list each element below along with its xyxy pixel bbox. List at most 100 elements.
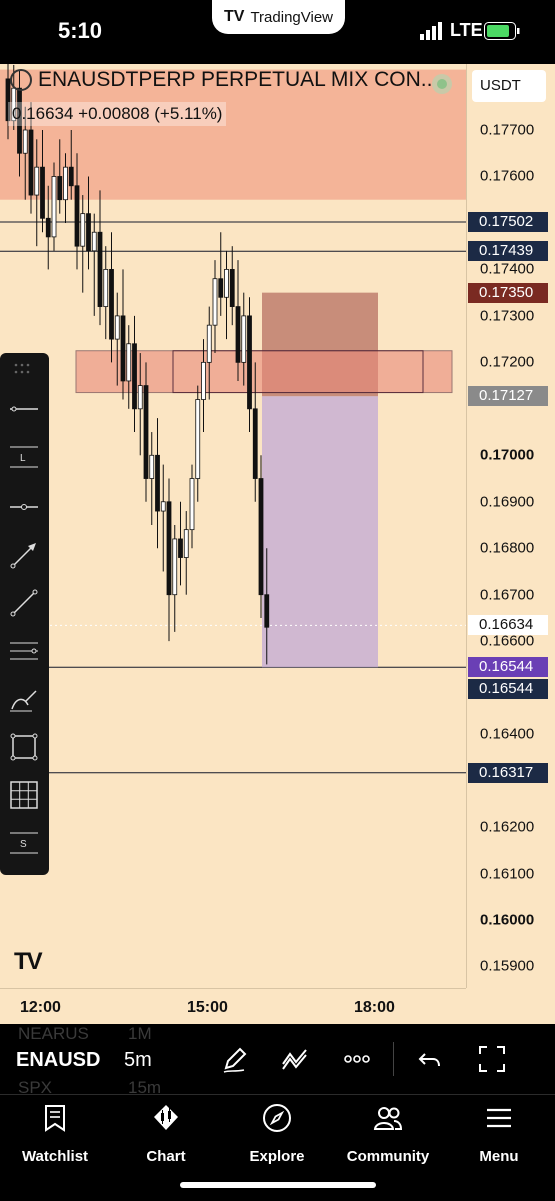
- rectangle-tool-icon[interactable]: [8, 731, 40, 763]
- compass-icon: [263, 1104, 291, 1132]
- tab-chart[interactable]: Chart: [111, 1103, 221, 1165]
- symbol-header[interactable]: ENAUSDTPERP PERPETUAL MIX CON...: [10, 68, 438, 92]
- candle-body: [126, 343, 132, 382]
- market-status-icon: [432, 74, 452, 94]
- home-indicator: [180, 1182, 376, 1188]
- candle-body: [241, 315, 247, 363]
- menu-icon: [487, 1108, 511, 1128]
- toolbar-divider: [393, 1042, 394, 1076]
- price-tick-label: 0.16400: [480, 725, 535, 743]
- price-tick-label: 0.17400: [480, 260, 535, 278]
- price-tag: 0.17350: [468, 282, 548, 303]
- candle-body: [252, 408, 258, 479]
- tab-label: Watchlist: [21, 1148, 89, 1165]
- candle-body: [57, 176, 63, 201]
- horizontal-line-labeled-tool-icon[interactable]: L: [8, 441, 40, 473]
- status-bar: 5:10 TV TradingView LTE: [0, 0, 555, 64]
- price-tick-label: 0.17300: [480, 307, 535, 325]
- candle-body: [189, 478, 195, 531]
- candle-body: [235, 306, 241, 363]
- candle-body: [132, 343, 137, 410]
- candle-body: [120, 315, 126, 382]
- candle-body: [28, 129, 34, 196]
- drag-handle-icon[interactable]: [14, 363, 34, 375]
- candle-body: [218, 278, 224, 298]
- candle-body: [258, 478, 264, 596]
- candle-body: [63, 166, 68, 201]
- candle-body: [206, 324, 212, 363]
- arrow-tool-icon[interactable]: [8, 539, 40, 571]
- price-tag: 0.16634: [468, 615, 548, 636]
- time-axis[interactable]: [0, 988, 466, 1024]
- candle-body: [22, 129, 28, 154]
- pen-icon[interactable]: [220, 1044, 250, 1074]
- candle-body: [68, 166, 74, 187]
- price-tag: 0.16544: [468, 657, 548, 678]
- candle-body: [91, 231, 97, 252]
- tab-menu[interactable]: Menu: [444, 1103, 554, 1165]
- candle-body: [80, 213, 86, 247]
- symbol-logo-icon: [10, 69, 32, 91]
- fullscreen-icon[interactable]: [477, 1044, 507, 1074]
- candle-body: [178, 538, 183, 558]
- signal-icon: [420, 22, 442, 40]
- parallel-lines-tool-icon[interactable]: [8, 635, 40, 667]
- candle-body: [114, 315, 120, 340]
- drawing-toolbar: L S: [0, 353, 49, 875]
- currency-label: USDT: [480, 77, 521, 94]
- trend-line-tool-icon[interactable]: [8, 587, 40, 619]
- candle-body: [160, 501, 166, 512]
- symbol-selector[interactable]: ENAUSD: [16, 1049, 100, 1072]
- interval-selector[interactable]: 5m: [124, 1049, 152, 1072]
- price-quote: 0.16634 +0.00808 (+5.11%): [8, 102, 227, 126]
- grid-tool-icon[interactable]: [8, 779, 40, 811]
- chart-area[interactable]: ENAUSDTPERP PERPETUAL MIX CON... 0.16634…: [0, 64, 555, 1024]
- horizontal-line-tool-icon[interactable]: [8, 393, 40, 425]
- candle-body: [103, 269, 109, 307]
- tab-label: Community: [346, 1148, 430, 1165]
- app-badge: TV TradingView: [212, 0, 345, 34]
- candle-body: [166, 501, 172, 596]
- price-plot[interactable]: [0, 64, 466, 988]
- price-tick-label: 0.15900: [480, 957, 535, 975]
- tab-community[interactable]: Community: [333, 1103, 443, 1165]
- candle-body: [51, 176, 57, 238]
- candle-body: [172, 538, 178, 596]
- candle-body: [86, 213, 91, 252]
- candle-body: [224, 269, 229, 298]
- undo-icon[interactable]: [415, 1044, 445, 1074]
- tab-label: Chart: [146, 1148, 186, 1165]
- candle-body: [212, 278, 218, 326]
- tab-label: Explore: [249, 1148, 305, 1165]
- brush-tool-icon[interactable]: [8, 683, 40, 715]
- candle-body: [183, 529, 189, 558]
- more-icon[interactable]: [342, 1044, 372, 1074]
- community-icon: [373, 1107, 403, 1130]
- target-zone: [262, 396, 378, 668]
- candle-body: [109, 269, 114, 340]
- tab-explore[interactable]: Explore: [222, 1103, 332, 1165]
- candle-body: [40, 166, 45, 219]
- ghost-symbol: NEARUS: [18, 1024, 89, 1043]
- price-axis[interactable]: [466, 64, 555, 988]
- price-tick-label: 0.16800: [480, 539, 535, 557]
- price-tick-label: 0.16200: [480, 818, 535, 836]
- tradingview-watermark-icon: TV: [14, 948, 43, 975]
- candle-body: [149, 454, 155, 479]
- chart-bottom-toolbar: NEARUS 1M SPX 15m ENAUSD 5m: [0, 1024, 555, 1097]
- candle-body: [195, 399, 201, 479]
- tab-watchlist[interactable]: Watchlist: [0, 1103, 110, 1165]
- ghost-interval: 1M: [128, 1024, 152, 1043]
- horizontal-ray-tool-icon[interactable]: [8, 491, 40, 523]
- candle-body: [229, 269, 235, 307]
- indicators-icon[interactable]: [280, 1044, 310, 1074]
- candle-body: [201, 361, 206, 400]
- candle-body: [97, 231, 103, 307]
- symbol-title: ENAUSDTPERP PERPETUAL MIX CON...: [38, 68, 439, 91]
- settings-s-tool-icon[interactable]: S: [8, 827, 40, 859]
- price-tick-label: 0.17700: [480, 121, 535, 139]
- candle-body: [247, 315, 252, 410]
- currency-selector[interactable]: USDT: [472, 70, 546, 102]
- price-tag: 0.17127: [468, 386, 548, 407]
- time-label: 18:00: [354, 999, 395, 1016]
